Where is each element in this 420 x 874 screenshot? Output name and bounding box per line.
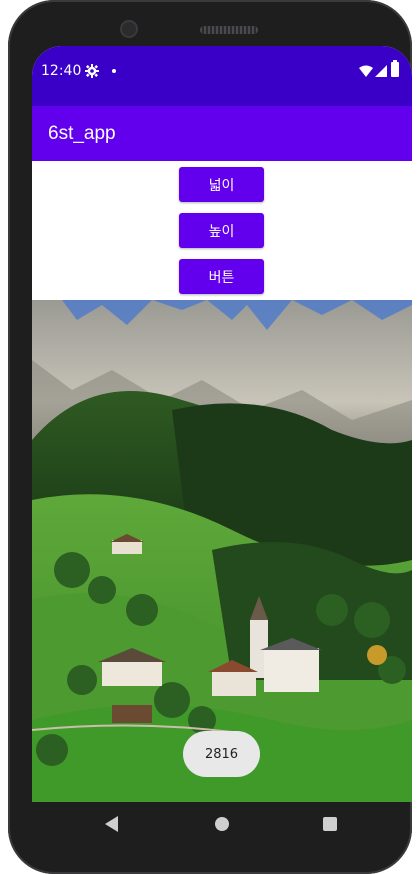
height-button[interactable]: 높이: [179, 213, 264, 248]
toast-message: 2816: [183, 731, 260, 777]
gear-icon: [85, 64, 99, 78]
battery-icon: [391, 60, 399, 77]
button-button[interactable]: 버튼: [179, 259, 264, 294]
status-time: 12:40: [41, 63, 82, 79]
app-title: 6st_app: [48, 123, 116, 144]
navigation-bar: [32, 802, 412, 846]
status-bar: 12:40: [32, 46, 412, 106]
app-bar: 6st_app: [32, 106, 412, 161]
phone-frame: 12:40 6st_app 넓이 높이 버튼 2816: [8, 0, 412, 874]
notification-dot-icon: [112, 69, 116, 73]
back-icon[interactable]: [105, 816, 119, 832]
wifi-icon: [359, 65, 373, 77]
earpiece-speaker: [200, 26, 258, 34]
front-camera: [120, 20, 138, 38]
device-screen: 12:40 6st_app 넓이 높이 버튼 2816: [32, 46, 412, 802]
home-icon[interactable]: [215, 817, 229, 831]
signal-icon: [375, 65, 387, 77]
landscape-image: [32, 300, 412, 802]
width-button[interactable]: 넓이: [179, 167, 264, 202]
recents-icon[interactable]: [323, 817, 337, 831]
